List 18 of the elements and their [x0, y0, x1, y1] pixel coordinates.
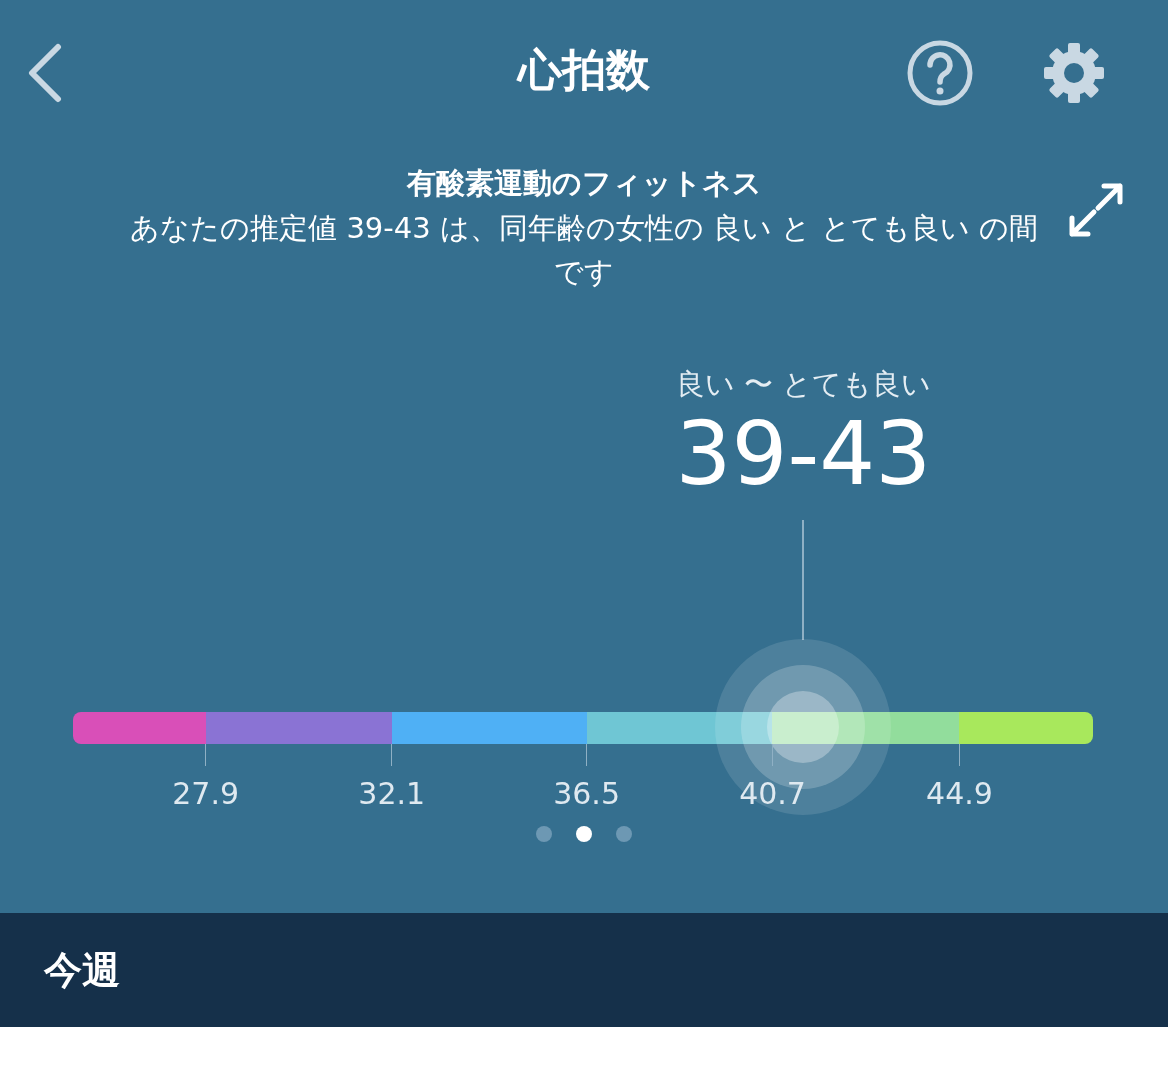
tick-label: 32.1: [358, 776, 426, 811]
fitness-description: あなたの推定値 39-43 は、同年齢の女性の 良い と とても良い の間です: [129, 210, 1039, 291]
tick-label: 44.9: [926, 776, 993, 811]
page-dot[interactable]: [576, 826, 592, 842]
page-dot[interactable]: [536, 826, 552, 842]
fitness-value: 39-43: [675, 404, 932, 504]
screen-title: 心拍数: [518, 42, 650, 97]
section-heading: 有酸素運動のフィットネス: [406, 165, 762, 202]
page-dot[interactable]: [616, 826, 632, 842]
tick-label: 27.9: [172, 776, 239, 811]
back-icon[interactable]: [26, 43, 62, 103]
expand-icon[interactable]: [1068, 182, 1124, 238]
range-category: 良い 〜 とても良い: [675, 366, 932, 403]
tick-label: 40.7: [739, 776, 806, 811]
help-icon[interactable]: [906, 39, 974, 107]
section-title: 今週: [44, 946, 120, 994]
tick-label: 36.5: [553, 776, 620, 811]
settings-icon[interactable]: [1041, 40, 1107, 106]
